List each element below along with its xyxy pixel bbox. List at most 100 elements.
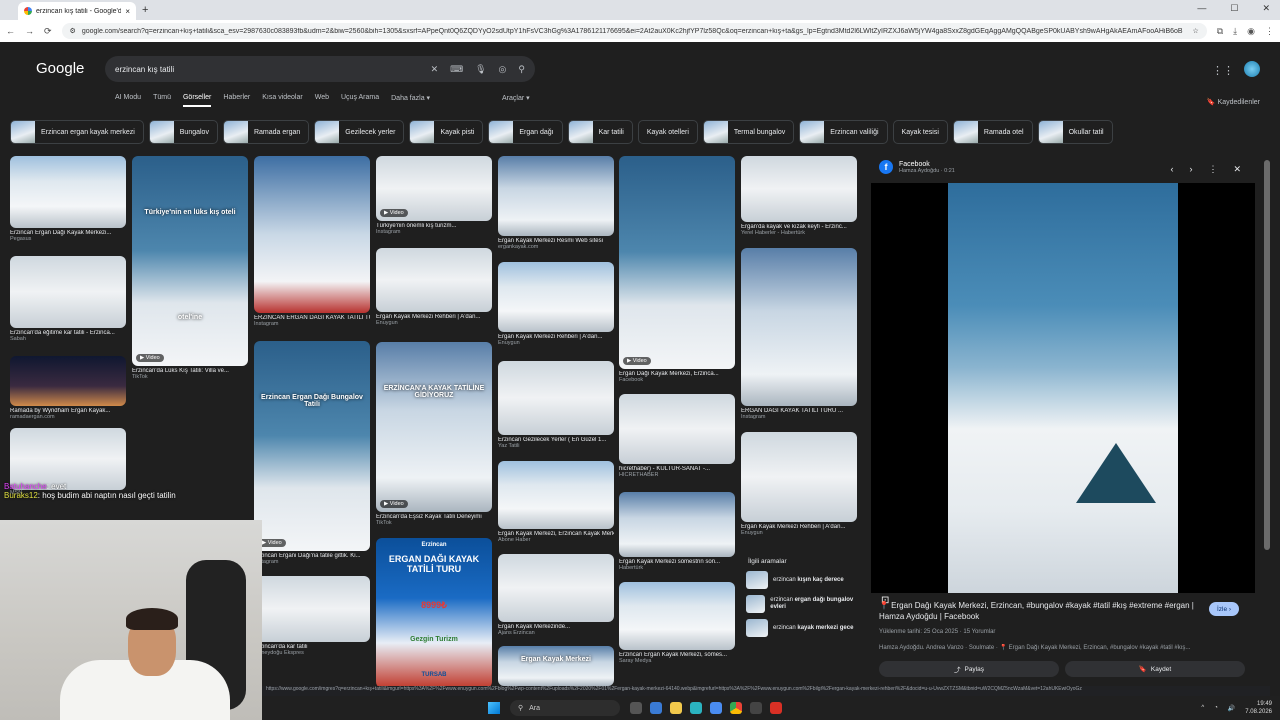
result-source[interactable]: Ajans Erzincan [498,630,614,636]
chip[interactable]: Kayak pisti [409,120,484,144]
close-icon[interactable]: ✕ [1233,164,1241,175]
result-thumbnail[interactable] [619,492,735,557]
clock[interactable]: 19:49 7.08.2026 [1245,700,1272,716]
back-icon[interactable]: ← [6,26,15,36]
lens-icon[interactable]: ◎ [499,64,507,75]
chip[interactable]: Bungalov [148,120,218,144]
chip[interactable]: Kayak tesisi [892,120,948,144]
result-source[interactable]: Habertürk [619,565,735,571]
result-thumbnail[interactable]: Türkiye'nin en lüks kış oteli otel'ine ▶ V… [132,156,248,366]
microphone-icon[interactable]: 🎙 [475,64,486,75]
file-explorer-icon[interactable] [670,702,682,714]
tab-images[interactable]: Görseller [182,94,212,107]
image-result[interactable]: Erzincan'da kar tatili Güneydoğu Ekspres [254,576,370,656]
scroll-thumb[interactable] [1264,160,1270,550]
saved-button[interactable]: 🔖 Kaydedilenler [1207,98,1260,106]
new-tab-button[interactable]: + [142,4,148,16]
forward-icon[interactable]: → [25,26,34,36]
image-result[interactable]: Ergan Kayak Merkezi Resmi Web sitesi erga… [498,156,614,250]
site-info-icon[interactable]: ⚙ [70,27,76,35]
tab-more[interactable]: Daha fazla ▾ [391,94,430,107]
minimize-icon[interactable]: — [1197,3,1206,14]
result-source[interactable]: Instagram [741,414,857,420]
tray-arrow-icon[interactable]: ^ [1201,705,1204,711]
result-source[interactable]: Yerel Haberler - Habertürk [741,230,857,236]
image-result[interactable]: Erzincan Ergan Kayak Merkezi, sömes... Sa… [619,582,735,664]
image-result[interactable]: Ergan Kayak Merkezi Rehberi | A'dan... En… [741,432,857,536]
preview-media[interactable]: ⊡ [871,183,1255,606]
chip[interactable]: Kayak otelleri [637,120,698,144]
result-source[interactable]: Instagram [376,229,492,235]
result-source[interactable]: Güneydoğu Ekspres [254,650,370,656]
image-result[interactable]: ERZİNCAN'A KAYAK TATİLİNE GİDİYORUZ ▶ Vid… [376,342,492,526]
preview-title[interactable]: 📍 Ergan Dağı Kayak Merkezi, Erzincan, #b… [879,600,1199,622]
watch-button[interactable]: İzle › [1209,602,1240,616]
chip[interactable]: Termal bungalov [702,120,795,144]
result-thumbnail[interactable] [498,262,614,332]
source-name[interactable]: Facebook [899,161,955,168]
result-source[interactable]: Sabah [10,336,126,342]
obs-icon[interactable] [750,702,762,714]
taskbar-search[interactable]: ⚲ Ara [510,700,620,716]
more-options-icon[interactable]: ⋮ [1208,164,1217,175]
result-thumbnail[interactable] [498,461,614,529]
reload-icon[interactable]: ⟳ [44,26,52,37]
profile-icon[interactable]: ◉ [1247,26,1255,37]
result-thumbnail[interactable] [254,156,370,313]
chip[interactable]: Ramada ergan [222,120,310,144]
result-source[interactable]: TikTok [376,520,492,526]
image-result[interactable]: ▶ Video Türkiye'nin önemli kış turizm... I… [376,156,492,235]
chip[interactable]: Erzincan ergan kayak merkezi [10,120,144,144]
result-thumbnail[interactable] [498,361,614,435]
windows-start-icon[interactable] [488,702,500,714]
download-icon[interactable]: ⤓ [1233,26,1237,37]
result-source[interactable]: Enuygun [498,340,614,346]
result-thumbnail[interactable]: Ergan Kayak Merkezi [498,646,614,686]
result-thumbnail[interactable] [741,156,857,222]
account-avatar[interactable] [1244,61,1260,77]
menu-icon[interactable]: ⋮ [1265,26,1274,37]
result-thumbnail[interactable] [619,582,735,650]
image-result[interactable]: Erzincan ERGAN DAĞI KAYAK TATİLİ TURU 8999… [376,538,492,686]
result-source[interactable]: ramadaergan.com [10,414,126,420]
result-thumbnail[interactable] [10,428,126,490]
result-thumbnail[interactable] [254,576,370,642]
search-box[interactable]: erzincan kış tatili ✕ ⌨ 🎙 ◎ ⚲ [105,56,535,82]
tab-short-videos[interactable]: Kısa videolar [262,94,302,107]
tools-button[interactable]: Araçlar ▾ [502,94,530,102]
result-thumbnail[interactable]: ▶ Video [376,156,492,221]
image-result[interactable]: Ergan Kayak Merkezi Rehberi | A'dan... En… [376,248,492,326]
bookmark-star-icon[interactable]: ☆ [1192,27,1198,35]
volume-icon[interactable]: 🔊 [1228,705,1235,712]
image-result[interactable]: Ergan Kayak Merkezi [498,646,614,686]
share-button[interactable]: ⤴ Paylaş [879,661,1059,677]
record-icon[interactable] [770,702,782,714]
result-thumbnail[interactable] [376,248,492,312]
panel-scrollbar[interactable] [1264,160,1270,680]
tab-ai-mode[interactable]: AI Modu [115,94,141,107]
tab-all[interactable]: Tümü [153,94,171,107]
edge-icon[interactable] [690,702,702,714]
image-result[interactable]: Türkiye'nin en lüks kış oteli otel'ine ▶ V… [132,156,248,380]
image-result[interactable]: Ergan Kayak Merkezi sömestrin son... Habe… [619,492,735,571]
result-source[interactable]: Instagram [254,321,370,327]
result-source[interactable]: Instagram [254,559,370,565]
close-window-icon[interactable]: ✕ [1262,3,1270,14]
result-thumbnail[interactable] [741,248,857,406]
clear-icon[interactable]: ✕ [431,64,439,75]
result-source[interactable]: ergankayak.com [498,244,614,250]
related-item[interactable]: erzincan kışın kaç derece [746,571,858,589]
result-thumbnail[interactable] [741,432,857,522]
search-input[interactable]: erzincan kış tatili [115,65,431,74]
tab-close-icon[interactable]: × [125,7,130,16]
chip[interactable]: Ramada otel [952,120,1033,144]
widgets-icon[interactable] [650,702,662,714]
google-logo[interactable]: Google [36,60,84,77]
image-result[interactable]: Ergan'da kayak ve kızak keyfi - Erzinc..… [741,156,857,236]
apps-grid-icon[interactable]: ⋮⋮ [1212,64,1234,77]
result-source[interactable]: Yaz Tatili [498,443,614,449]
result-source[interactable]: Abone Haber [498,537,614,543]
chip[interactable]: Gezilecek yerler [314,120,405,144]
result-title[interactable]: Erzincan'da eğitime kar tatili - Erzinca… [10,330,126,336]
result-source[interactable]: HİCRETHABER [619,472,735,478]
